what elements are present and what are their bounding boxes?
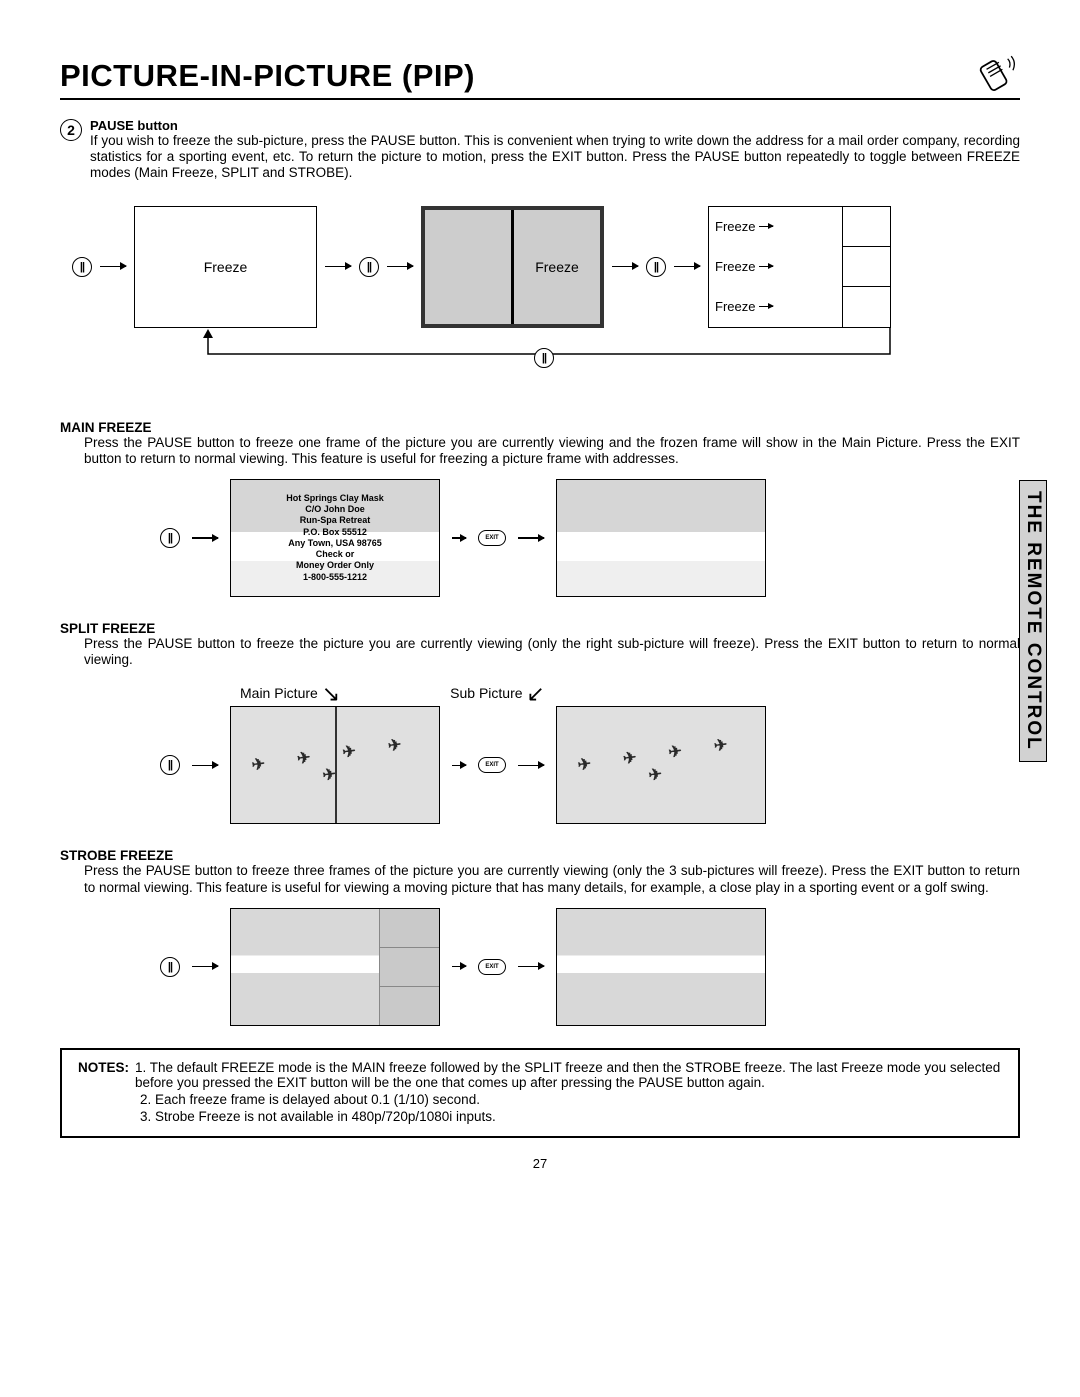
strobe-freeze-title: STROBE FREEZE: [60, 848, 1020, 863]
freeze-label: Freeze: [715, 299, 755, 314]
split-freeze-body: Press the PAUSE button to freeze the pic…: [84, 636, 1020, 668]
sub-picture-label: Sub Picture: [450, 685, 522, 701]
freeze-label: Freeze: [715, 219, 755, 234]
arrow-icon: [192, 537, 218, 538]
addr-line: Money Order Only: [296, 560, 374, 571]
strobe-freeze-body: Press the PAUSE button to freeze three f…: [84, 863, 1020, 895]
remote-icon: [976, 50, 1020, 94]
bullet-number-icon: 2: [60, 119, 82, 141]
freeze-label: Freeze: [204, 259, 248, 275]
page-header: PICTURE-IN-PICTURE (PIP): [60, 50, 1020, 100]
split-freeze-box: Freeze: [421, 206, 604, 328]
addr-line: C/O John Doe: [305, 504, 365, 515]
address-image: Hot Springs Clay Mask C/O John Doe Run-S…: [230, 479, 440, 597]
side-tab: THE REMOTE CONTROL: [1019, 480, 1047, 762]
arrow-icon: [192, 966, 218, 967]
page-number: 27: [60, 1156, 1020, 1171]
pause-icon: [160, 957, 180, 977]
note-item: 1. The default FREEZE mode is the MAIN f…: [135, 1060, 1002, 1090]
pause-body: If you wish to freeze the sub-picture, p…: [90, 133, 1020, 182]
note-item: 2. Each freeze frame is delayed about 0.…: [140, 1092, 480, 1107]
freeze-label: Freeze: [535, 259, 579, 275]
pause-icon: [72, 257, 92, 277]
pause-icon: [160, 755, 180, 775]
arrow-icon: [452, 537, 466, 538]
arrow-icon: [452, 966, 466, 967]
strobe-freeze-diagram: EXIT: [160, 908, 1020, 1026]
page-title: PICTURE-IN-PICTURE (PIP): [60, 58, 475, 94]
freeze-label: Freeze: [715, 259, 755, 274]
main-freeze-body: Press the PAUSE button to freeze one fra…: [84, 435, 1020, 467]
addr-line: 1-800-555-1212: [303, 572, 367, 583]
arrow-icon: [518, 966, 544, 967]
strobe-freeze-box: Freeze Freeze Freeze: [708, 206, 891, 328]
addr-line: Check or: [316, 549, 355, 560]
arrow-icon: [612, 266, 638, 267]
arrow-icon: [387, 266, 413, 267]
pause-icon: [359, 257, 379, 277]
arrow-icon: [325, 266, 351, 267]
pause-section: 2 PAUSE button If you wish to freeze the…: [60, 118, 1020, 182]
notes-box: NOTES: 1. The default FREEZE mode is the…: [60, 1048, 1020, 1138]
arrow-icon: [452, 765, 466, 766]
arrow-icon: [674, 266, 700, 267]
addr-line: Run-Spa Retreat: [300, 515, 371, 526]
strobe-picture-image: [230, 908, 440, 1026]
snow-scene-image: [556, 479, 766, 597]
jets-image: [556, 706, 766, 824]
main-picture-label: Main Picture: [240, 685, 318, 701]
arrow-icon: [192, 765, 218, 766]
arrow-icon: [518, 537, 544, 538]
addr-line: Hot Springs Clay Mask: [286, 493, 384, 504]
note-item: 3. Strobe Freeze is not available in 480…: [140, 1109, 496, 1124]
main-freeze-box: Freeze: [134, 206, 317, 328]
notes-label: NOTES:: [78, 1060, 129, 1090]
main-freeze-title: MAIN FREEZE: [60, 420, 1020, 435]
freeze-modes-diagram: Freeze Freeze Freeze Freeze Freeze: [72, 206, 1020, 328]
toy-blocks-image: [556, 908, 766, 1026]
main-freeze-diagram: Hot Springs Clay Mask C/O John Doe Run-S…: [160, 479, 1020, 597]
pause-icon: [160, 528, 180, 548]
exit-button-icon: EXIT: [478, 959, 506, 975]
addr-line: Any Town, USA 98765: [288, 538, 382, 549]
arrow-icon: [518, 765, 544, 766]
split-picture-image: [230, 706, 440, 824]
pause-title: PAUSE button: [90, 118, 1020, 133]
exit-button-icon: EXIT: [478, 757, 506, 773]
exit-button-icon: EXIT: [478, 530, 506, 546]
split-freeze-title: SPLIT FREEZE: [60, 621, 1020, 636]
pause-icon: [534, 348, 554, 368]
split-freeze-diagram: EXIT: [160, 706, 1020, 824]
addr-line: P.O. Box 55512: [303, 527, 367, 538]
split-labels-row: Main Picture ↘ Sub Picture ↙: [240, 678, 1020, 704]
arrow-icon: [100, 266, 126, 267]
pause-icon: [646, 257, 666, 277]
